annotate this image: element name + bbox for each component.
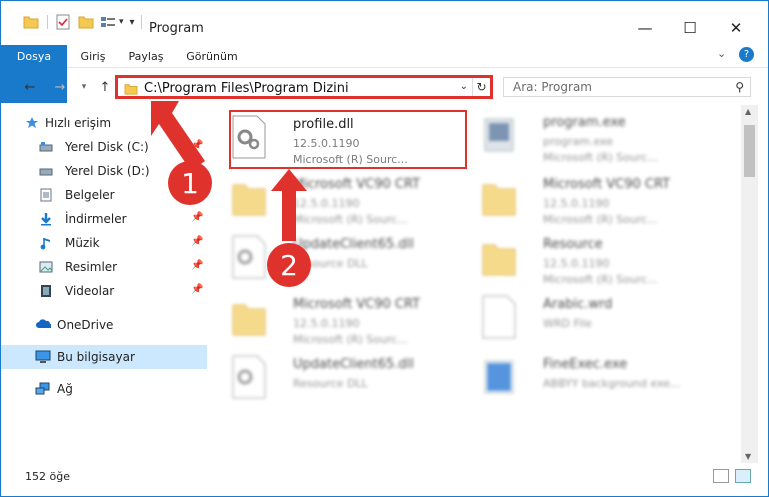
annotation-arrows [151, 101, 307, 241]
scrollbar-thumb[interactable] [744, 125, 755, 177]
details-view-icon[interactable] [713, 469, 729, 483]
scroll-up-icon[interactable]: ▲ [745, 107, 751, 116]
item-count: 152 öğe [25, 470, 70, 483]
tiles-view-icon[interactable] [735, 469, 751, 483]
vertical-scrollbar[interactable]: ▲ ▼ [741, 105, 758, 463]
status-bar: 152 öğe [1, 467, 768, 496]
step-2-badge: 2 [267, 243, 311, 287]
step-1-badge: 1 [168, 161, 212, 205]
scroll-down-icon[interactable]: ▼ [745, 452, 751, 461]
explorer-window: ▾ ▾ Program — ☐ ✕ Dosya Giriş Paylaş Gör… [0, 0, 769, 497]
